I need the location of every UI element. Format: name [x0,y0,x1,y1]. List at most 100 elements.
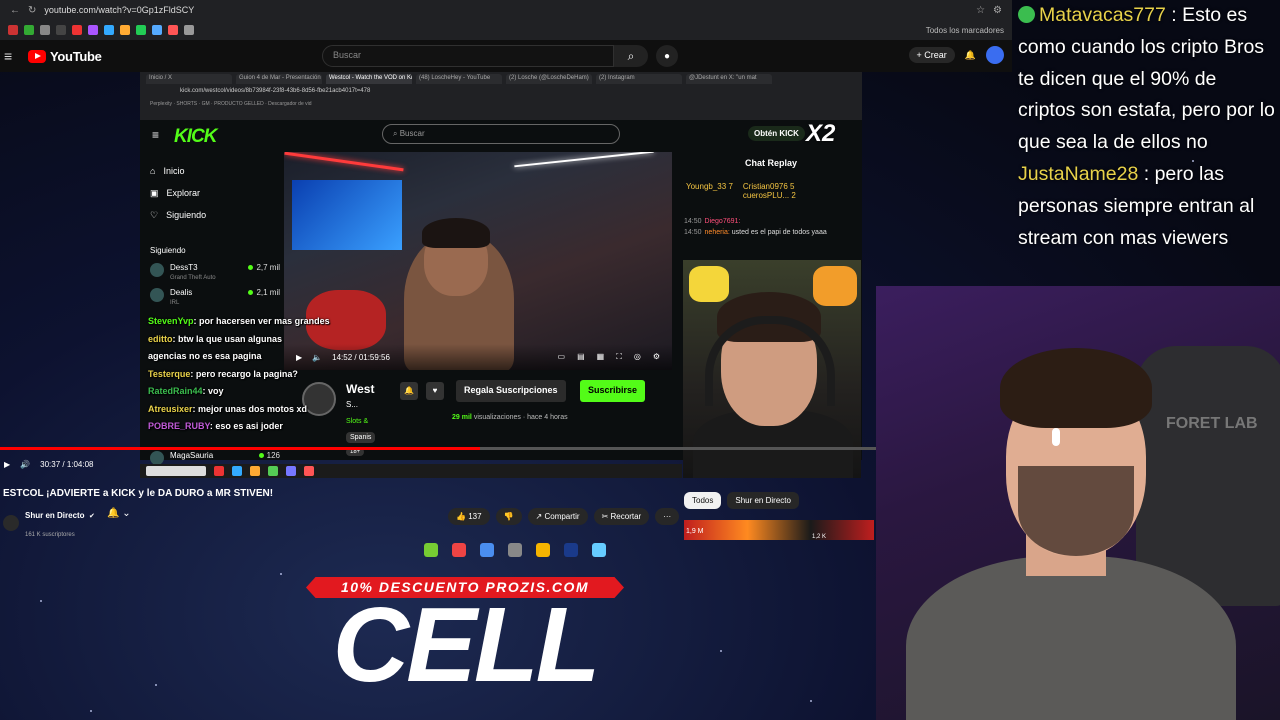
folder-icon[interactable] [536,543,550,557]
fullscreen-icon[interactable]: ⛶ [616,352,622,362]
shared-tab[interactable]: (48) LoscheHey - YouTube [416,74,502,84]
menu-icon[interactable]: ≡ [4,48,28,64]
following-item[interactable]: Dealis IRL 2,1 mil [150,288,280,313]
bookmark-icon[interactable] [104,25,114,35]
avatar[interactable] [986,46,1004,64]
shared-tab[interactable]: Inicio / X [146,74,232,84]
volume-icon[interactable]: 🔊 [20,460,30,469]
overlay-chat-message: Atreusixer: mejor unas dos motos xd [148,401,330,419]
top-user-name: Cristian0976 [742,182,788,191]
stream-category[interactable]: Slots & [346,418,368,425]
mic-icon[interactable]: ● [656,45,678,67]
pip-icon[interactable]: ▭ [558,352,566,362]
shared-taskbar [140,464,682,478]
clip-icon[interactable]: ▦ [597,352,605,362]
top-gifters: Youngb_33 7 Cristian0976 5 cuerosPLU... 2 [680,182,862,200]
app-icon[interactable] [286,466,296,476]
language-tag[interactable]: Spanis [346,432,376,443]
viewer-count: 2,1 mil [256,288,280,297]
app-icon[interactable] [424,543,438,557]
bookmark-icon[interactable] [184,25,194,35]
kick-logo[interactable]: KICK [174,126,217,148]
nav-following[interactable]: ♡ Siguiendo [150,204,206,226]
more-button[interactable]: ··· [655,508,680,525]
bookmark-icon[interactable] [56,25,66,35]
nav-explore-label: Explorar [166,188,201,198]
app-icon[interactable] [268,466,278,476]
app-icon[interactable] [592,543,606,557]
taskbar-search[interactable] [146,466,206,476]
settings-icon[interactable]: ⚙ [653,352,660,362]
youtube-logo[interactable]: YouTube [28,49,102,64]
shared-tab[interactable]: Guion 4 de Mar - Presentación [236,74,322,84]
play-icon[interactable]: ▶ [4,460,10,469]
chip-all[interactable]: Todos [684,492,722,509]
shared-address-bar[interactable]: kick.com/westcol/videos/8b73984f-23f8-43… [140,86,862,100]
bookmark-icon[interactable] [152,25,162,35]
share-button[interactable]: ↗ Compartir [527,508,588,525]
app-icon[interactable] [508,543,522,557]
bookmark-icon[interactable] [40,25,50,35]
search-icon[interactable]: ⌕ [614,45,648,67]
shared-tab[interactable]: (2) Losche (@LoscheDeHam) [506,74,592,84]
bookmark-icon[interactable] [88,25,98,35]
bell-icon[interactable]: 🔔 [400,382,418,400]
dislike-button[interactable]: 👎 [495,508,522,525]
message-user[interactable]: Diego7691: [705,218,741,225]
reload-icon[interactable]: ↻ [28,5,36,16]
search-input[interactable]: Buscar [322,45,614,67]
bookmark-icon[interactable] [120,25,130,35]
like-button[interactable]: 👍 137 [448,508,490,525]
nav-home[interactable]: ⌂ Inicio [150,160,206,182]
star-icon[interactable]: ☆ [976,5,985,16]
kick-menu-icon[interactable]: ≡ [152,128,159,142]
kick-video-player[interactable]: ▶ 🔈 14:52 / 01:59:56 ▭ ▤ ▦ ⛶ ◎ ⚙ [284,152,672,370]
message-user[interactable]: neheria: [705,229,730,236]
heart-icon[interactable]: ♥ [426,382,444,400]
top-user[interactable]: Youngb_33 7 [686,182,733,200]
speed-icon[interactable]: ◎ [634,352,641,362]
shared-tab[interactable]: @JDestunt en X: "un mat [686,74,772,84]
subscribe-bell-icon[interactable]: 🔔 ⌄ [107,508,131,519]
following-item[interactable]: DessT3 Grand Theft Auto 2,7 mil [150,263,280,288]
notifications-icon[interactable]: 🔔 [965,50,976,61]
back-icon[interactable]: ← [10,5,20,16]
address-bar[interactable]: youtube.com/watch?v=0Gp1zFldSCY [44,5,968,15]
bookmark-icon[interactable] [168,25,178,35]
photoshop-icon[interactable] [564,543,578,557]
app-icon[interactable] [214,466,224,476]
subscribe-button[interactable]: Suscribirse [580,380,646,402]
chip-channel[interactable]: Shur en Directo [727,492,799,509]
top-user[interactable]: Cristian0976 5 cuerosPLU... 2 [743,182,796,200]
streamer-name[interactable]: West [346,382,374,396]
progress-played[interactable] [0,447,480,450]
progress-remaining[interactable] [480,447,880,450]
streamer-hair [422,218,490,248]
app-icon[interactable] [452,543,466,557]
kick-search-input[interactable]: ⌕ Buscar [382,124,620,144]
nav-explore[interactable]: ▣ Explorar [150,182,206,204]
channel-name[interactable]: Shur en Directo [25,511,85,520]
bookmark-icon[interactable] [8,25,18,35]
channel-avatar[interactable] [3,515,19,531]
app-icon[interactable] [250,466,260,476]
bookmark-icon[interactable] [24,25,34,35]
kick-player-controls: ▶ 🔈 14:52 / 01:59:56 ▭ ▤ ▦ ⛶ ◎ ⚙ [284,344,672,370]
chrome-icon[interactable] [480,543,494,557]
app-icon[interactable] [304,466,314,476]
shared-tab[interactable]: Westcol - Watch the VOD on Kick [326,74,412,84]
theater-icon[interactable]: ▤ [577,352,585,362]
app-icon[interactable] [232,466,242,476]
nav-home-label: Inicio [163,166,185,176]
chat-message: 14:50 neheria: usted es el papi de todos … [680,227,862,238]
gift-subs-button[interactable]: Regala Suscripciones [456,380,566,402]
create-button[interactable]: + Crear [908,47,955,63]
extensions-icon[interactable]: ⚙ [993,5,1002,16]
clip-button[interactable]: ✂ Recortar [593,508,650,525]
bookmark-icon[interactable] [72,25,82,35]
recommended-thumbnails[interactable]: 1,9 M 1,2 K [684,520,874,540]
get-kick-button[interactable]: Obtén KICK [748,126,805,141]
bookmark-icon[interactable] [136,25,146,35]
shared-tab[interactable]: (2) Instagram [596,74,682,84]
all-bookmarks[interactable]: Todos los marcadores [926,26,1004,35]
